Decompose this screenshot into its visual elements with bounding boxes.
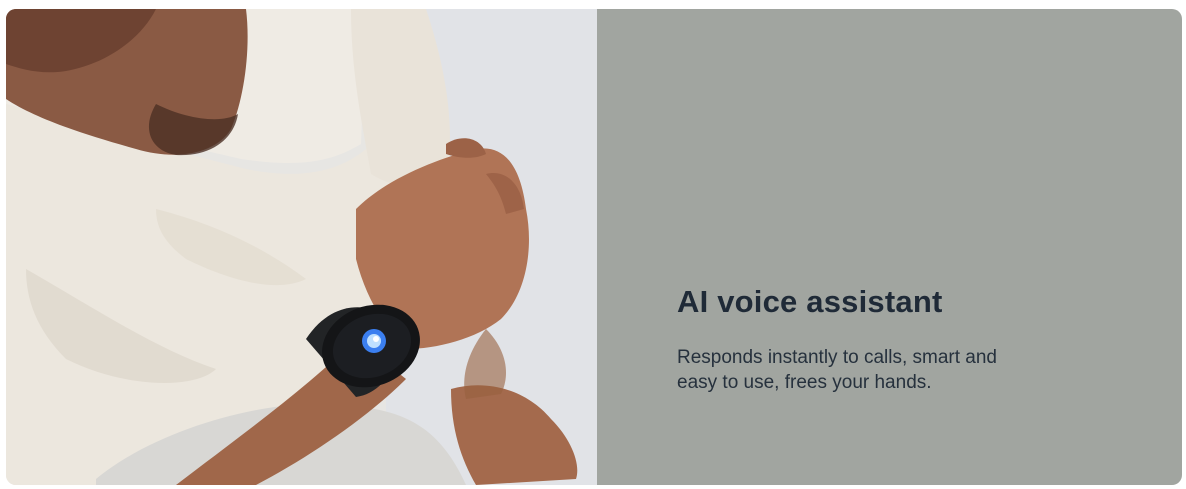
product-lifestyle-photo (6, 9, 597, 485)
man-with-smartwatch-illustration (6, 9, 597, 485)
feature-description: Responds instantly to calls, smart and e… (677, 347, 997, 393)
feature-card: AI voice assistant Responds instantly to… (6, 9, 1182, 485)
feature-text-panel: AI voice assistant Responds instantly to… (597, 9, 1182, 485)
feature-title: AI voice assistant (677, 284, 943, 319)
